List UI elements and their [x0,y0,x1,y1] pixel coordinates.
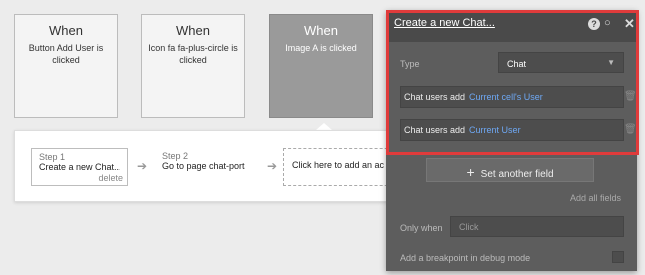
step-number: Step 2 [162,151,189,161]
workflow-steps: Step 1 Create a new Chat... delete ➔ Ste… [14,130,404,202]
event-when-label: When [176,23,210,38]
event-description: Image A is clicked [285,43,357,53]
only-when-label: Only when [400,223,443,233]
event-description: Button Add User is clicked [28,43,104,65]
selected-event-pointer [316,123,332,130]
event-when-label: When [49,23,83,38]
arrow-right-icon: ➔ [267,159,278,173]
breakpoint-label: Add a breakpoint in debug mode [400,253,531,263]
set-another-field-button[interactable]: + Set another field [426,158,594,182]
plus-icon: + [466,164,475,180]
event-card-image-a[interactable]: When Image A is clicked [269,14,373,118]
event-card-plus-icon[interactable]: When Icon fa fa-plus-circle is clicked [141,14,245,118]
highlight-box [386,10,639,155]
arrow-right-icon: ➔ [137,159,148,173]
set-another-field-label: Set another field [480,169,554,180]
step-1[interactable]: Step 1 Create a new Chat... delete [31,148,128,186]
event-card-add-user[interactable]: When Button Add User is clicked [14,14,118,118]
event-description: Icon fa fa-plus-circle is clicked [148,43,238,65]
breakpoint-checkbox[interactable] [612,251,624,263]
add-all-fields-link[interactable]: Add all fields [570,193,621,203]
only-when-input[interactable]: Click [450,216,624,237]
event-when-label: When [304,23,338,38]
step-number: Step 1 [39,152,66,162]
step-label: Create a new Chat... [39,162,120,172]
step-label: Go to page chat-portal [162,161,245,171]
delete-step-link[interactable]: delete [98,173,123,183]
step-2[interactable]: Step 2 Go to page chat-portal [155,148,252,186]
add-action-button[interactable]: Click here to add an ac [283,148,403,186]
